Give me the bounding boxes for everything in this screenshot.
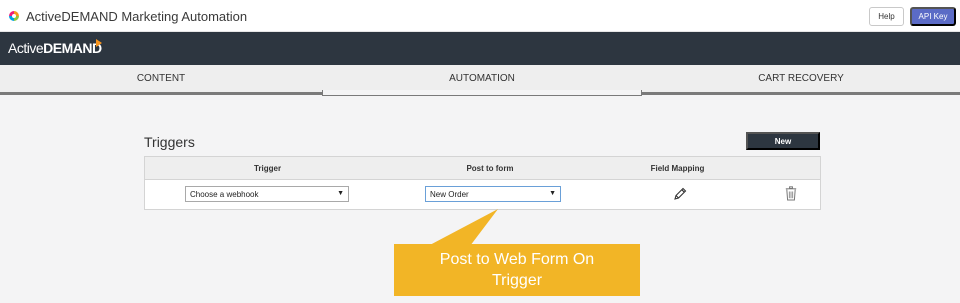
post-to-form-select[interactable]: New Order ▼ xyxy=(425,186,561,202)
callout-annotation: Post to Web Form On Trigger xyxy=(394,244,640,296)
pencil-icon[interactable] xyxy=(673,187,687,201)
help-button[interactable]: Help xyxy=(869,7,904,26)
trigger-select-value: Choose a webhook xyxy=(190,189,259,199)
app-header: ActiveDEMAND Marketing Automation Help A… xyxy=(0,0,960,32)
tab-content[interactable]: CONTENT xyxy=(0,65,322,92)
post-to-form-select-value: New Order xyxy=(430,189,469,199)
column-header-field-mapping: Field Mapping xyxy=(650,164,705,173)
table-header: Trigger Post to form Field Mapping xyxy=(145,157,820,180)
app-logo-icon xyxy=(9,11,19,21)
active-tab-indicator xyxy=(322,90,642,96)
new-trigger-button[interactable]: New xyxy=(746,132,820,150)
dropdown-arrow-icon: ▼ xyxy=(337,190,344,197)
brand-bar: ActiveDEMAND xyxy=(0,32,960,65)
brand-logo[interactable]: ActiveDEMAND xyxy=(8,40,102,56)
brand-logo-light: Active xyxy=(8,40,44,56)
trigger-select[interactable]: Choose a webhook ▼ xyxy=(185,186,349,202)
dropdown-arrow-icon: ▼ xyxy=(549,190,556,197)
trash-icon[interactable] xyxy=(785,186,797,201)
triggers-heading: Triggers xyxy=(144,134,195,150)
tab-automation[interactable]: AUTOMATION xyxy=(322,65,642,92)
app-title: ActiveDEMAND Marketing Automation xyxy=(26,9,248,24)
column-header-trigger: Trigger xyxy=(253,164,282,173)
tab-cart-recovery[interactable]: CART RECOVERY xyxy=(642,65,960,92)
column-header-post-to-form: Post to form xyxy=(466,164,514,173)
brand-logo-bold: DEMAND xyxy=(43,40,102,56)
triggers-table: Trigger Post to form Field Mapping Choos… xyxy=(144,156,821,210)
api-key-button[interactable]: API Key xyxy=(910,7,956,26)
brand-flag-icon xyxy=(96,39,102,47)
